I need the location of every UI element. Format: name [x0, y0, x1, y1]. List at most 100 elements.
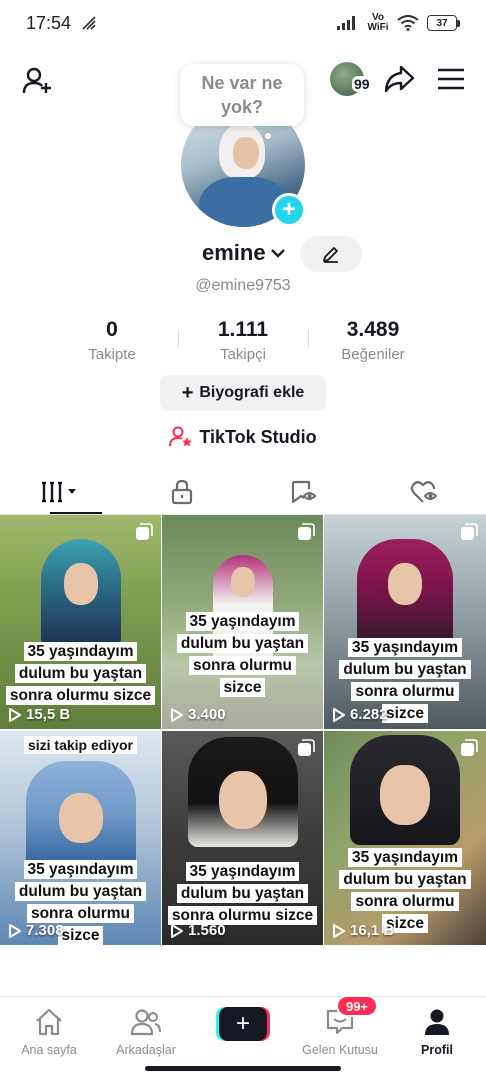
stat-label: Takipte	[88, 346, 136, 363]
home-indicator	[145, 1066, 341, 1071]
add-story-button[interactable]: +	[272, 193, 306, 227]
video-tile[interactable]: 35 yaşındayım dulum bu yaştan sonra olurmu…	[324, 515, 486, 729]
play-icon	[171, 923, 183, 938]
data-saver-icon	[82, 16, 96, 30]
video-tile[interactable]: 35 yaşındayım dulum bu yaştan sonra olurmu…	[324, 731, 486, 945]
profile-stats: 0 Takipte 1.111 Takipçi 3.489 Beğeniler	[0, 318, 486, 366]
divider	[178, 330, 179, 348]
chevron-down-icon	[270, 249, 285, 258]
view-count: 1.560	[170, 922, 226, 939]
multi-video-icon	[298, 523, 315, 540]
play-icon	[333, 923, 345, 938]
profile-icon	[425, 1009, 449, 1035]
stat-label: Beğeniler	[341, 346, 405, 363]
play-icon	[171, 707, 183, 722]
divider	[308, 330, 309, 348]
video-caption-line: sonra olurmu	[26, 904, 135, 923]
hamburger-menu-icon	[438, 68, 464, 90]
stat-value: 1.111	[217, 318, 269, 341]
heart-eye-icon	[411, 481, 438, 503]
multi-video-icon	[298, 739, 315, 756]
home-icon	[36, 1008, 62, 1036]
add-friend-button[interactable]	[18, 62, 56, 100]
video-caption-line: sizce	[382, 704, 428, 723]
content-tabs	[0, 470, 486, 514]
video-caption-line: sonra olurmu	[351, 892, 459, 911]
note-bubble-tail	[265, 133, 271, 139]
create-video-button[interactable]: +	[216, 1007, 270, 1041]
nav-home-label: Ana sayfa	[21, 1043, 77, 1057]
username-switcher[interactable]: emine	[202, 240, 286, 266]
view-count-value: 16,1 B	[350, 922, 395, 939]
video-tile[interactable]: 35 yaşındayım dulum bu yaştan sonra olurmu…	[162, 731, 323, 945]
video-caption-line: sonra olurmu	[351, 682, 459, 701]
vowifi-label: Vo WiFi	[367, 12, 389, 33]
view-count: 7.308	[8, 922, 64, 939]
bookmark-eye-icon	[291, 480, 317, 504]
video-tile[interactable]: 35 yaşındayım dulum bu yaştan sonra olurmu…	[162, 515, 323, 729]
nav-friends[interactable]: Arkadaşlar	[98, 1005, 194, 1057]
video-top-caption: sizi takip ediyor	[23, 736, 138, 754]
wifi-icon	[397, 15, 419, 31]
user-handle: @emine9753	[195, 277, 291, 294]
video-caption-line: 35 yaşındayım	[348, 848, 462, 867]
videos-grid-icon	[41, 481, 76, 503]
video-caption-line: 35 yaşındayım	[23, 642, 138, 661]
view-count-value: 1.560	[188, 922, 226, 939]
tiktok-studio-link[interactable]: TikTok Studio	[0, 426, 486, 448]
edit-profile-button[interactable]	[300, 236, 362, 272]
play-icon	[9, 923, 21, 938]
nav-profile[interactable]: Profil	[389, 1005, 485, 1057]
stat-followers[interactable]: 1.111 Takipçi	[193, 318, 293, 363]
nav-friends-label: Arkadaşlar	[116, 1043, 176, 1057]
video-caption-line: sonra olurmu sizce	[5, 686, 156, 705]
view-count-value: 7.308	[26, 922, 64, 939]
video-caption-line: sizce	[57, 926, 104, 945]
multi-video-icon	[461, 739, 478, 756]
studio-user-star-icon	[169, 426, 193, 447]
friends-icon	[130, 1009, 161, 1036]
video-caption-line: 35 yaşındayım	[23, 860, 138, 879]
video-caption-line: dulum bu yaştan	[14, 664, 147, 683]
plus-icon: +	[181, 381, 194, 404]
video-caption-line: sizce	[219, 678, 266, 697]
stat-likes[interactable]: 3.489 Beğeniler	[323, 318, 423, 363]
video-caption-line: dulum bu yaştan	[14, 882, 147, 901]
studio-label: TikTok Studio	[199, 426, 317, 447]
stat-value: 0	[106, 318, 118, 341]
battery-icon: 37	[427, 15, 460, 31]
tab-liked[interactable]	[365, 470, 486, 514]
menu-button[interactable]	[432, 60, 470, 98]
nav-profile-label: Profil	[421, 1043, 453, 1057]
stat-label: Takipçi	[220, 346, 266, 363]
nav-inbox-label: Gelen Kutusu	[302, 1043, 378, 1057]
battery-level: 37	[427, 15, 457, 31]
video-caption-line: dulum bu yaştan	[339, 660, 471, 679]
video-caption-line: dulum bu yaştan	[176, 634, 309, 653]
note-bubble[interactable]: Ne var ne yok?	[180, 64, 304, 126]
name-row: emine	[0, 236, 486, 274]
view-count-value: 15,5 B	[26, 706, 71, 723]
view-count: 3.400	[170, 706, 226, 723]
tab-private[interactable]	[122, 470, 244, 514]
video-tile[interactable]: sizi takip ediyor 35 yaşındayım dulum bu …	[0, 731, 161, 945]
view-count: 6.282	[332, 706, 388, 723]
username: emine	[202, 240, 266, 265]
video-tile[interactable]: 35 yaşındayım dulum bu yaştan sonra olurmu…	[0, 515, 161, 729]
add-bio-button[interactable]: + Biyografi ekle	[160, 375, 326, 411]
video-caption-line: dulum bu yaştan	[176, 884, 309, 903]
status-time: 17:54	[26, 12, 72, 33]
stat-value: 3.489	[346, 318, 400, 341]
plus-icon: +	[281, 196, 296, 223]
play-icon	[9, 707, 21, 722]
tab-videos[interactable]	[0, 470, 122, 514]
nav-home[interactable]: Ana sayfa	[1, 1005, 97, 1057]
inbox-badge: 99+	[336, 995, 378, 1017]
share-profile-button[interactable]	[380, 60, 418, 98]
stat-following[interactable]: 0 Takipte	[62, 318, 162, 363]
view-count-value: 3.400	[188, 706, 226, 723]
tab-reposts[interactable]	[243, 470, 365, 514]
add-bio-label: Biyografi ekle	[199, 384, 305, 401]
status-bar: 17:54 Vo WiFi 37	[0, 0, 486, 46]
view-count: 15,5 B	[8, 706, 70, 723]
